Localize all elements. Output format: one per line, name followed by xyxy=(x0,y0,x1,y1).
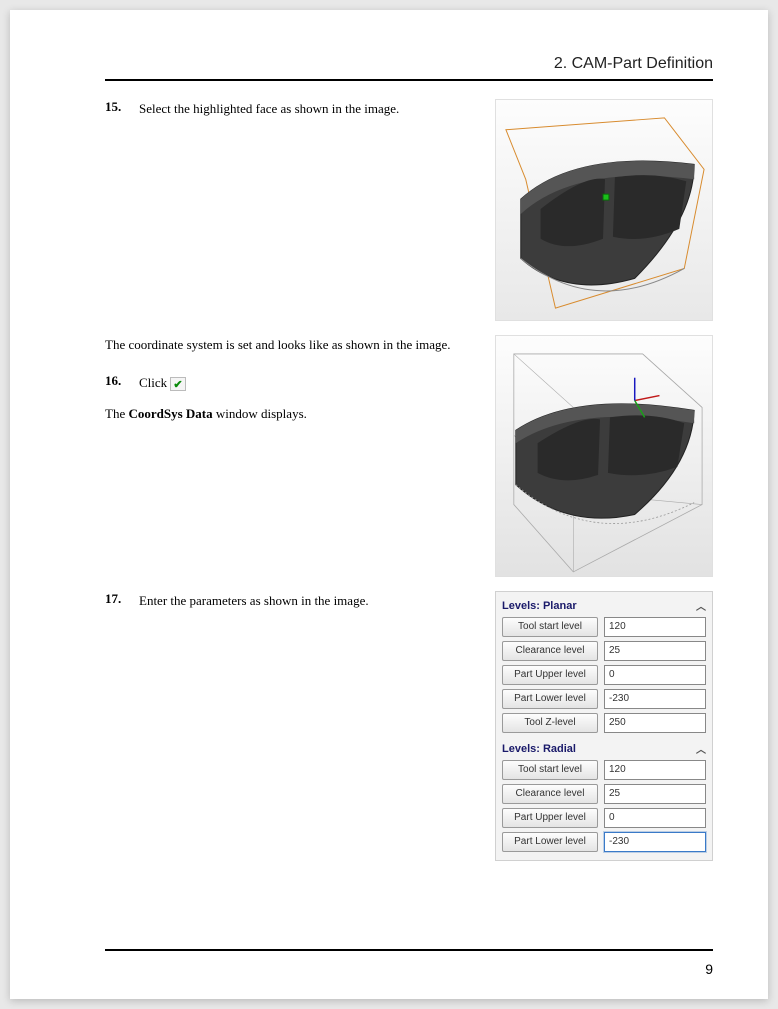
section-step-15: 15. Select the highlighted face as shown… xyxy=(105,99,713,329)
part-lower-level-input[interactable]: -230 xyxy=(604,689,706,709)
step-number: 17. xyxy=(105,591,131,611)
levels-planar-header[interactable]: Levels: Planar ︿ xyxy=(502,598,706,613)
part-lower-level-input[interactable]: -230 xyxy=(604,832,706,852)
tool-start-level-input[interactable]: 120 xyxy=(604,617,706,637)
figure-coordinate-system xyxy=(495,335,713,577)
row-tool-start-radial: Tool start level 120 xyxy=(502,760,706,780)
levels-planar-title: Levels: Planar xyxy=(502,600,577,612)
coordsys-bold: CoordSys Data xyxy=(128,406,212,421)
coord-system-text: The coordinate system is set and looks l… xyxy=(105,335,455,355)
section-step-17: 17. Enter the parameters as shown in the… xyxy=(105,591,713,611)
tool-start-level-input[interactable]: 120 xyxy=(604,760,706,780)
text-suffix: window displays. xyxy=(213,406,307,421)
clearance-level-button[interactable]: Clearance level xyxy=(502,784,598,804)
coordsys-data-line: The CoordSys Data window displays. xyxy=(105,404,455,424)
page-header: 2. CAM-Part Definition xyxy=(105,55,713,81)
clearance-level-input[interactable]: 25 xyxy=(604,784,706,804)
footer-rule xyxy=(105,949,713,951)
levels-radial-title: Levels: Radial xyxy=(502,743,576,755)
levels-panel: Levels: Planar ︿ Tool start level 120 Cl… xyxy=(495,591,713,861)
part-upper-level-input[interactable]: 0 xyxy=(604,808,706,828)
tool-z-level-input[interactable]: 250 xyxy=(604,713,706,733)
part-upper-level-input[interactable]: 0 xyxy=(604,665,706,685)
part-lower-level-button[interactable]: Part Lower level xyxy=(502,689,598,709)
row-part-upper-radial: Part Upper level 0 xyxy=(502,808,706,828)
section-step-16: The coordinate system is set and looks l… xyxy=(105,335,713,585)
row-part-lower-radial: Part Lower level -230 xyxy=(502,832,706,852)
checkmark-icon xyxy=(170,377,186,391)
step-text: Enter the parameters as shown in the ima… xyxy=(139,591,369,611)
tool-start-level-button[interactable]: Tool start level xyxy=(502,760,598,780)
figure-highlighted-face xyxy=(495,99,713,321)
levels-radial-header[interactable]: Levels: Radial ︿ xyxy=(502,741,706,756)
clearance-level-button[interactable]: Clearance level xyxy=(502,641,598,661)
row-tool-z-planar: Tool Z-level 250 xyxy=(502,713,706,733)
step-15: 15. Select the highlighted face as shown… xyxy=(105,99,455,119)
step-16: 16. Click xyxy=(105,373,455,393)
body: 15. Select the highlighted face as shown… xyxy=(105,99,713,611)
part-lower-level-button[interactable]: Part Lower level xyxy=(502,832,598,852)
step-16-text: Click xyxy=(139,375,167,390)
clearance-level-input[interactable]: 25 xyxy=(604,641,706,661)
step-text: Select the highlighted face as shown in … xyxy=(139,99,399,119)
part-upper-level-button[interactable]: Part Upper level xyxy=(502,665,598,685)
step-text: Click xyxy=(139,373,186,393)
row-clearance-planar: Clearance level 25 xyxy=(502,641,706,661)
row-part-upper-planar: Part Upper level 0 xyxy=(502,665,706,685)
row-clearance-radial: Clearance level 25 xyxy=(502,784,706,804)
step-17: 17. Enter the parameters as shown in the… xyxy=(105,591,455,611)
step-number: 16. xyxy=(105,373,131,393)
step-number: 15. xyxy=(105,99,131,119)
page-number: 9 xyxy=(705,961,713,977)
part-upper-level-button[interactable]: Part Upper level xyxy=(502,808,598,828)
text-prefix: The xyxy=(105,406,128,421)
page: 2. CAM-Part Definition 15. Select the hi… xyxy=(10,10,768,999)
chevron-up-icon: ︿ xyxy=(696,598,706,613)
row-part-lower-planar: Part Lower level -230 xyxy=(502,689,706,709)
row-tool-start-planar: Tool start level 120 xyxy=(502,617,706,637)
chevron-up-icon: ︿ xyxy=(696,741,706,756)
tool-z-level-button[interactable]: Tool Z-level xyxy=(502,713,598,733)
tool-start-level-button[interactable]: Tool start level xyxy=(502,617,598,637)
